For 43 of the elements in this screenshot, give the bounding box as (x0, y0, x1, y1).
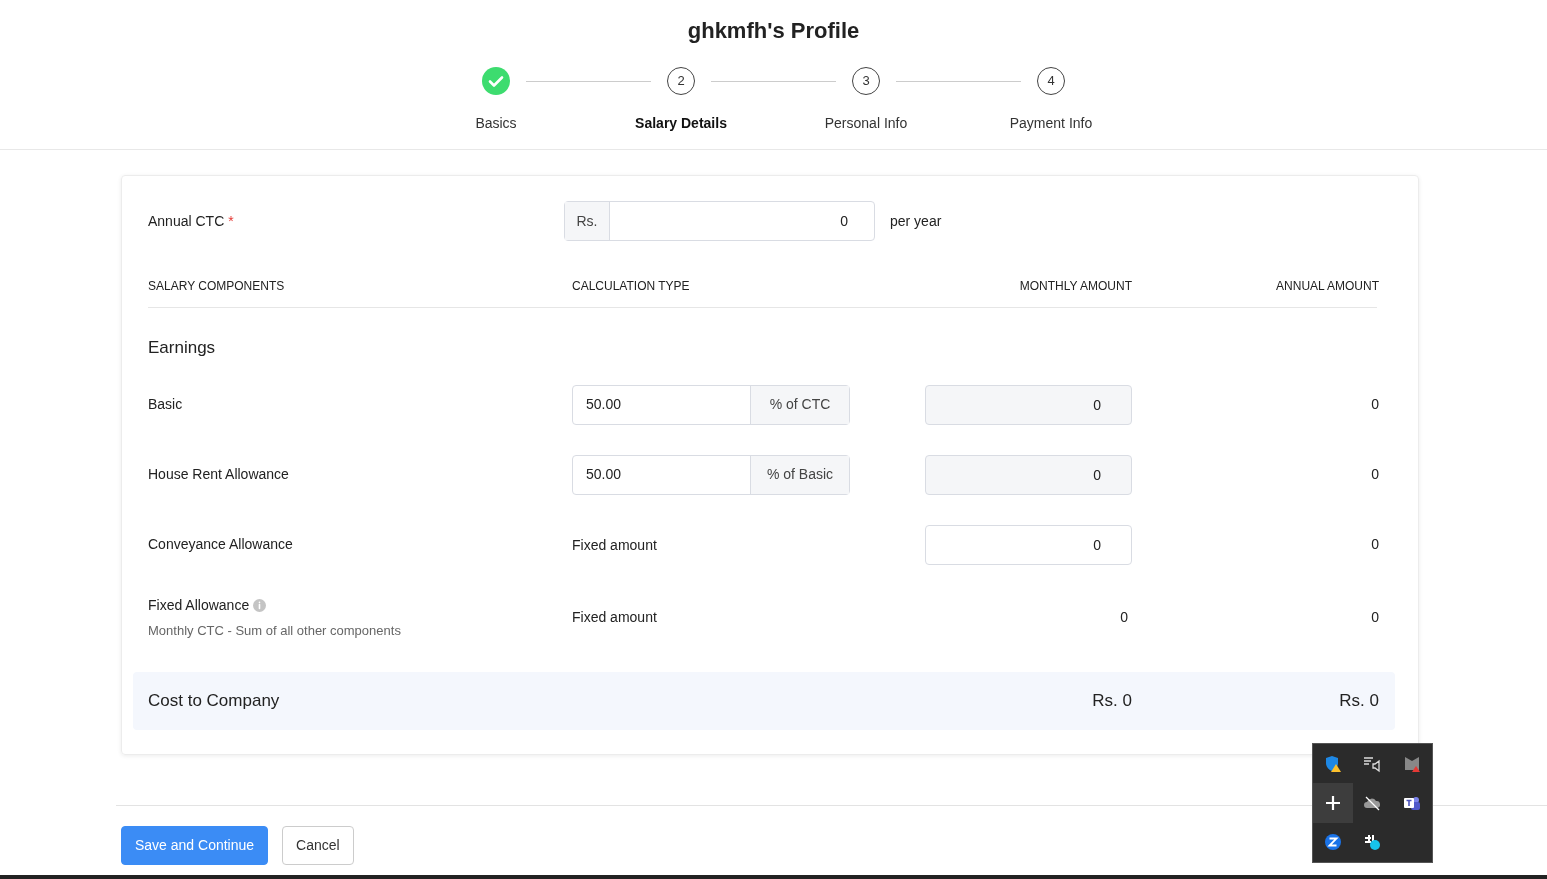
total-annual: Rs. 0 (1338, 690, 1379, 713)
plus-icon[interactable] (1324, 795, 1341, 811)
total-monthly: Rs. 0 (1091, 690, 1132, 713)
annual-amount: 0 (1370, 395, 1379, 414)
rate-field[interactable]: 50.00 % of Basic (572, 454, 850, 495)
monthly-field: 0 (925, 454, 1132, 495)
monthly-amount: 0 (1119, 607, 1129, 627)
shield-warning-icon[interactable] (1323, 754, 1342, 773)
calculation-type: Fixed amount (572, 536, 657, 553)
column-header: SALARY COMPONENTS (148, 278, 286, 295)
column-header: MONTHLY AMOUNT (1018, 278, 1132, 295)
component-name: Basic (148, 395, 183, 414)
column-header: CALCULATION TYPE (572, 278, 691, 295)
column-header: ANNUAL AMOUNT (1275, 278, 1379, 295)
component-name: Conveyance Allowance (148, 535, 293, 554)
cloud-off-icon[interactable] (1363, 795, 1382, 811)
page-title: ghkmfh's Profile (687, 17, 860, 45)
step-label[interactable]: Payment Info (1009, 113, 1093, 134)
calculation-type: Fixed amount (572, 609, 657, 626)
app-circle-icon[interactable] (1323, 833, 1342, 852)
speaker-list-icon[interactable] (1363, 754, 1382, 773)
required-mark: * (228, 212, 234, 231)
unit-label: per year (890, 211, 942, 231)
field-label: Annual CTC (148, 212, 225, 231)
component-name: Fixed Allowance (148, 595, 250, 615)
grid-dot-icon[interactable] (1363, 833, 1382, 852)
section-title: Earnings (148, 337, 217, 359)
chat-app-icon[interactable] (1403, 794, 1422, 812)
annual-amount: 0 (1370, 607, 1379, 627)
shield-alert-icon[interactable] (1403, 754, 1422, 773)
rate-field[interactable]: 50.00 % of CTC (572, 384, 850, 425)
step-label[interactable]: Personal Info (824, 113, 908, 134)
component-name: House Rent Allowance (148, 465, 289, 484)
step-label[interactable]: Basics (475, 113, 517, 134)
total-label: Cost to Company (148, 690, 281, 713)
annual-amount: 0 (1370, 535, 1379, 554)
ctc-field[interactable]: Rs. 0 (564, 201, 875, 241)
cancel-button[interactable]: Cancel (282, 826, 354, 865)
component-note: Monthly CTC - Sum of all other components (148, 621, 402, 640)
annual-amount: 0 (1370, 465, 1379, 484)
step-label[interactable]: Salary Details (635, 113, 727, 134)
monthly-field: 0 (925, 384, 1132, 425)
monthly-field[interactable]: 0 (925, 524, 1132, 565)
